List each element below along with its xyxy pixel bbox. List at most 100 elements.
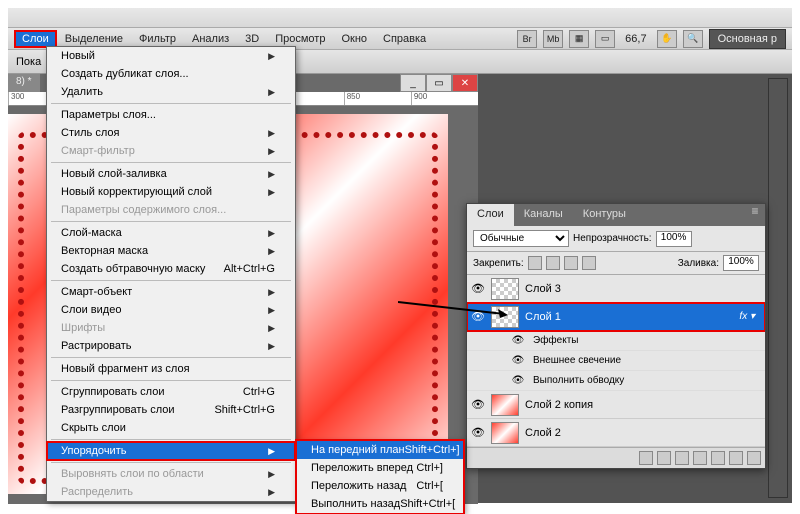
toolbar-btn-zoom[interactable]: 🔍: [683, 30, 703, 48]
menu-item[interactable]: Новый фрагмент из слоя: [47, 360, 295, 378]
menu-window[interactable]: Окно: [333, 30, 375, 48]
menu-layers[interactable]: Слои: [14, 30, 57, 48]
layer-row[interactable]: 👁 Слой 2: [467, 419, 765, 447]
eye-icon[interactable]: 👁: [471, 426, 485, 440]
layers-list: 👁 Слой 3 👁 Слой 1 fx ▾ 👁 Эффекты 👁 Внешн…: [467, 275, 765, 447]
menu-item[interactable]: Векторная маска▶: [47, 242, 295, 260]
minimize-button[interactable]: _: [400, 74, 426, 92]
menu-item[interactable]: Удалить▶: [47, 83, 295, 101]
tab-paths[interactable]: Контуры: [573, 204, 636, 226]
menu-item[interactable]: Растрировать▶: [47, 337, 295, 355]
mask-icon[interactable]: [675, 451, 689, 465]
menu-analysis[interactable]: Анализ: [184, 30, 237, 48]
menu-help[interactable]: Справка: [375, 30, 434, 48]
menu-item[interactable]: Смарт-объект▶: [47, 283, 295, 301]
menu-item: Выровнять слои по области▶: [47, 465, 295, 483]
optbar-label: Пока: [16, 56, 41, 68]
opacity-label: Непрозрачность:: [573, 233, 652, 244]
lock-transparency-icon[interactable]: [528, 256, 542, 270]
fill-label: Заливка:: [678, 258, 719, 269]
menu-item: Смарт-фильтр▶: [47, 142, 295, 160]
titlebar: [8, 8, 792, 28]
panel-tabs: Слои Каналы Контуры ≡: [467, 204, 765, 226]
menu-item[interactable]: Слой-маска▶: [47, 224, 295, 242]
menu-view[interactable]: Просмотр: [267, 30, 333, 48]
menu-item[interactable]: Разгруппировать слоиShift+Ctrl+G: [47, 401, 295, 419]
blend-mode-select[interactable]: Обычные: [473, 230, 569, 247]
group-icon[interactable]: [711, 451, 725, 465]
fx-icon[interactable]: [657, 451, 671, 465]
document-tab[interactable]: 8) *: [8, 74, 40, 92]
lock-all-icon[interactable]: [582, 256, 596, 270]
new-layer-icon[interactable]: [729, 451, 743, 465]
layer-thumbnail[interactable]: [491, 278, 519, 300]
tab-layers[interactable]: Слои: [467, 204, 514, 226]
menu-item[interactable]: Новый слой-заливка▶: [47, 165, 295, 183]
layer-row[interactable]: 👁 Слой 3: [467, 275, 765, 303]
submenu-item[interactable]: Переложить впередCtrl+]: [297, 459, 463, 477]
layer-name[interactable]: Слой 2 копия: [525, 399, 761, 411]
trash-icon[interactable]: [747, 451, 761, 465]
layer-thumbnail[interactable]: [491, 394, 519, 416]
layer-name[interactable]: Слой 1: [525, 311, 733, 323]
toolbar-btn-mb[interactable]: Mb: [543, 30, 563, 48]
layer-name[interactable]: Слой 3: [525, 283, 761, 295]
layer-name[interactable]: Слой 2: [525, 427, 761, 439]
menu-item[interactable]: Новый корректирующий слой▶: [47, 183, 295, 201]
panel-dock[interactable]: [768, 78, 788, 498]
menu-item[interactable]: Новый▶: [47, 47, 295, 65]
layer-effects-header[interactable]: 👁 Эффекты: [467, 331, 765, 351]
layer-thumbnail[interactable]: [491, 422, 519, 444]
workspace-selector[interactable]: Основная р: [709, 29, 786, 49]
eye-icon[interactable]: 👁: [471, 398, 485, 412]
menu-item[interactable]: Создать дубликат слоя...: [47, 65, 295, 83]
toolbar-btn-br[interactable]: Br: [517, 30, 537, 48]
layers-footer: [467, 447, 765, 468]
adjustment-icon[interactable]: [693, 451, 707, 465]
menu-item[interactable]: Стиль слоя▶: [47, 124, 295, 142]
layer-lock-row: Закрепить: Заливка: 100%: [467, 252, 765, 275]
layer-row[interactable]: 👁 Слой 2 копия: [467, 391, 765, 419]
eye-icon[interactable]: 👁: [471, 282, 485, 296]
link-layers-icon[interactable]: [639, 451, 653, 465]
submenu-item[interactable]: Переложить назадCtrl+[: [297, 477, 463, 495]
layer-row-selected[interactable]: 👁 Слой 1 fx ▾: [467, 303, 765, 331]
tab-channels[interactable]: Каналы: [514, 204, 573, 226]
menu-select[interactable]: Выделение: [57, 30, 131, 48]
fill-value[interactable]: 100%: [723, 255, 759, 271]
menu-item[interactable]: Сгруппировать слоиCtrl+G: [47, 383, 295, 401]
toolbar-btn-screen[interactable]: ▭: [595, 30, 615, 48]
menu-item[interactable]: Упорядочить▶: [47, 442, 295, 460]
maximize-button[interactable]: ▭: [426, 74, 452, 92]
effects-label: Эффекты: [533, 335, 578, 346]
zoom-level[interactable]: 66,7: [621, 33, 650, 45]
submenu-item[interactable]: Выполнить назадShift+Ctrl+[: [297, 495, 463, 513]
menu-item: Параметры содержимого слоя...: [47, 201, 295, 219]
lock-label: Закрепить:: [473, 258, 524, 269]
menu-item[interactable]: Параметры слоя...: [47, 106, 295, 124]
layers-panel: Слои Каналы Контуры ≡ Обычные Непрозрачн…: [466, 203, 766, 469]
opacity-value[interactable]: 100%: [656, 231, 692, 247]
toolbar-btn-hand[interactable]: ✋: [657, 30, 677, 48]
menu-item[interactable]: Слои видео▶: [47, 301, 295, 319]
eye-icon[interactable]: 👁: [511, 374, 525, 388]
layers-menu-dropdown: Новый▶Создать дубликат слоя...Удалить▶ Па…: [46, 46, 296, 502]
menu-filter[interactable]: Фильтр: [131, 30, 184, 48]
eye-icon[interactable]: 👁: [511, 334, 525, 348]
layer-effect-item[interactable]: 👁 Внешнее свечение: [467, 351, 765, 371]
close-button[interactable]: ✕: [452, 74, 478, 92]
fx-badge[interactable]: fx ▾: [739, 311, 761, 322]
toolbar-btn-grid[interactable]: ▦: [569, 30, 589, 48]
layer-effect-item[interactable]: 👁 Выполнить обводку: [467, 371, 765, 391]
lock-position-icon[interactable]: [564, 256, 578, 270]
ruler-tick: 900: [411, 92, 478, 105]
eye-icon[interactable]: 👁: [511, 354, 525, 368]
menu-item[interactable]: Создать обтравочную маскуAlt+Ctrl+G: [47, 260, 295, 278]
lock-pixels-icon[interactable]: [546, 256, 560, 270]
panel-menu-icon[interactable]: ≡: [745, 204, 765, 226]
submenu-item[interactable]: На передний планShift+Ctrl+]: [297, 441, 463, 459]
ruler-tick: 850: [344, 92, 411, 105]
arrange-submenu: На передний планShift+Ctrl+]Переложить в…: [296, 440, 464, 514]
menu-3d[interactable]: 3D: [237, 30, 267, 48]
menu-item[interactable]: Скрыть слои: [47, 419, 295, 437]
